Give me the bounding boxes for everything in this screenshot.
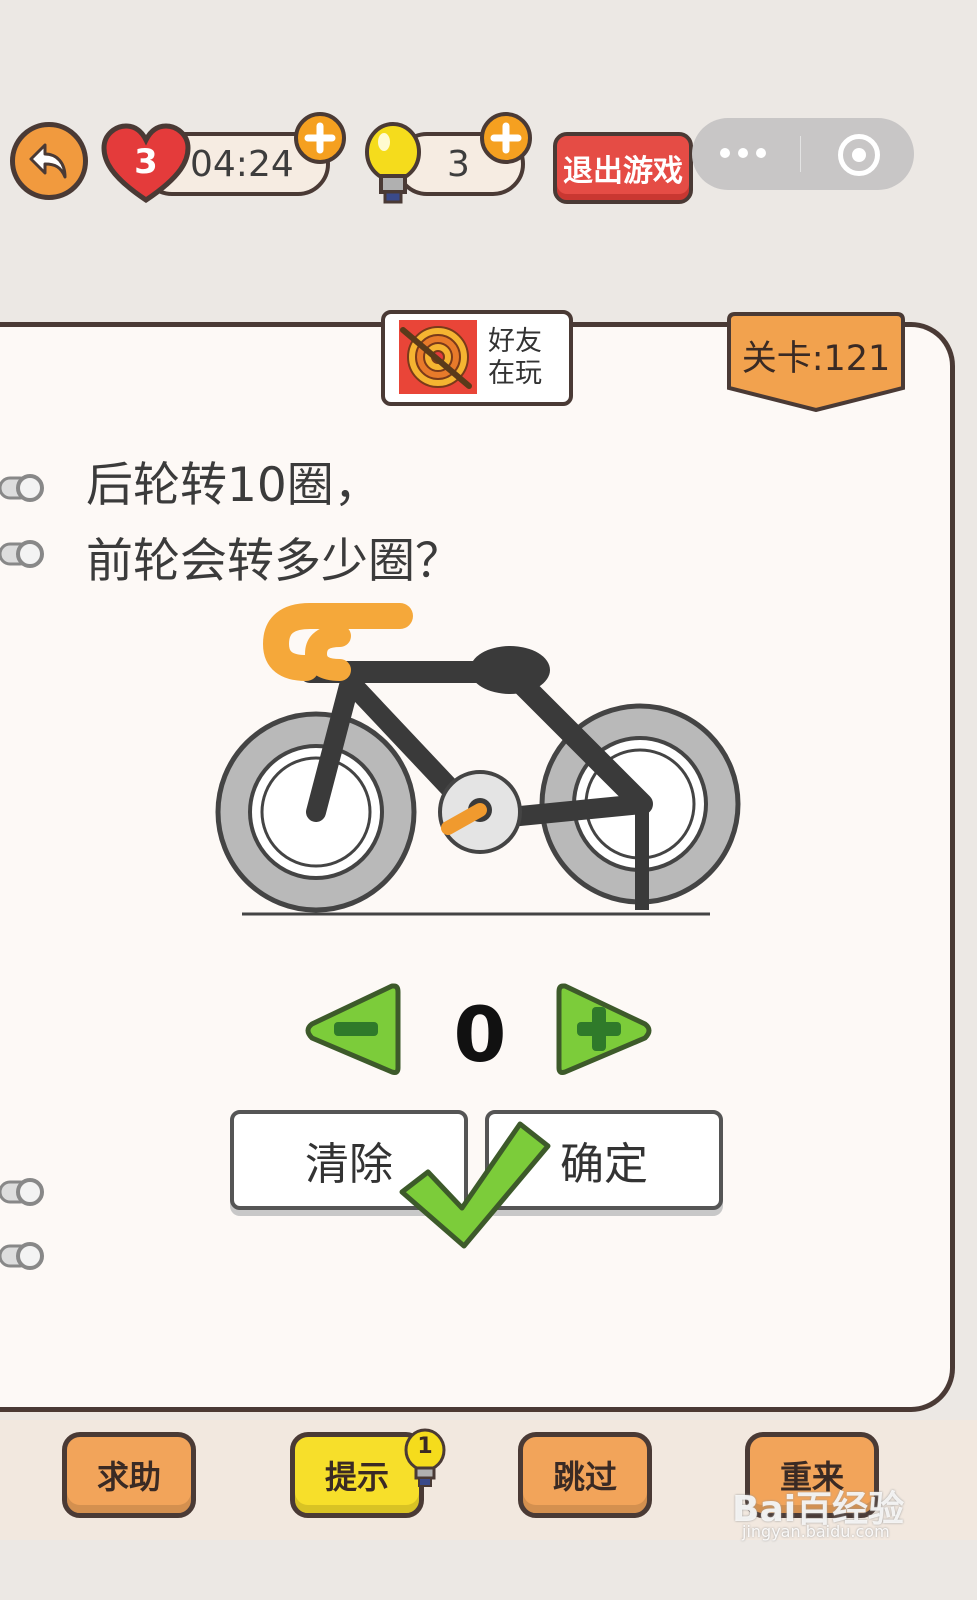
bicycle-illustration (215, 603, 741, 916)
hint-count: 3 (447, 144, 470, 185)
binder-ring (0, 474, 44, 502)
lives-count: 3 (134, 142, 158, 182)
answer-value: 0 (453, 990, 507, 1079)
plus-icon (490, 122, 522, 154)
more-dots-icon[interactable] (718, 146, 768, 160)
bulb-icon (365, 122, 421, 204)
add-time-button[interactable] (294, 112, 346, 164)
back-arrow-icon (29, 143, 67, 179)
friends-line2: 在玩 (488, 358, 542, 389)
question-line2: 前轮会转多少圈？ (86, 534, 462, 589)
question-text: 后轮转10圈， 前轮会转多少圈？ (86, 448, 462, 600)
binder-ring (0, 1178, 44, 1206)
capsule-divider (800, 136, 801, 172)
back-button[interactable] (10, 122, 88, 200)
plus-icon (304, 122, 336, 154)
exit-game-button[interactable]: 退出游戏 (553, 132, 693, 204)
level-label: 关卡:121 (741, 339, 891, 379)
baidu-watermark-url: jingyan.baidu.com (742, 1522, 890, 1541)
target-icon[interactable] (838, 134, 880, 176)
friends-playing-text: 好友 在玩 (488, 326, 542, 390)
help-button[interactable]: 求助 (62, 1432, 196, 1518)
decrement-button[interactable] (300, 978, 404, 1082)
binder-ring (0, 540, 44, 568)
timer-text: 04:24 (190, 144, 294, 185)
checkmark-icon (399, 1121, 551, 1249)
hint-badge-count: 1 (417, 1434, 433, 1459)
skip-button[interactable]: 跳过 (518, 1432, 652, 1518)
dartboard-game-icon (399, 320, 477, 394)
increment-button[interactable] (553, 978, 657, 1082)
question-line1: 后轮转10圈， (86, 458, 381, 513)
binder-ring (0, 1242, 44, 1270)
add-hint-button[interactable] (480, 112, 532, 164)
friends-line1: 好友 (488, 326, 542, 357)
